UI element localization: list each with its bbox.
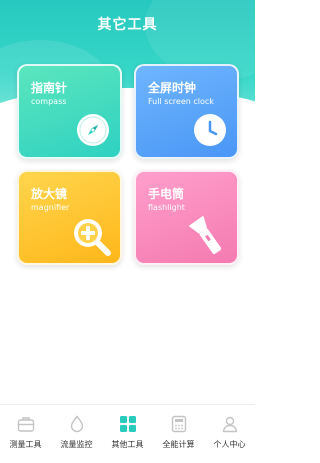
tab-other-tools[interactable]: 其他工具: [102, 405, 153, 463]
tool-card-title: 指南针: [31, 81, 68, 95]
tab-profile[interactable]: 个人中心: [204, 405, 255, 463]
tab-label: 流量监控: [60, 440, 93, 449]
tool-card-title: 全屏时钟: [148, 81, 197, 95]
toolbox-icon: [16, 414, 36, 434]
tab-label: 全能计算: [162, 440, 195, 449]
tool-card-title: 手电筒: [148, 187, 185, 201]
calculator-icon: [169, 414, 189, 434]
page-title: 其它工具: [97, 17, 158, 33]
tool-card-compass[interactable]: 指南针 compass: [17, 64, 122, 159]
clock-icon: [194, 114, 226, 146]
tab-label: 测量工具: [9, 440, 42, 449]
flashlight-icon: [188, 215, 222, 255]
tool-card-subtitle: Full screen clock: [148, 97, 214, 106]
person-icon: [220, 414, 240, 434]
tool-card-flashlight[interactable]: 手电筒 flashlight: [134, 170, 239, 265]
tool-card-magnifier[interactable]: 放大镜 magnifier: [17, 170, 122, 265]
tool-card-title: 放大镜: [31, 187, 68, 201]
grid-icon: [118, 414, 138, 434]
tool-card-subtitle: magnifier: [31, 203, 70, 212]
tool-card-clock[interactable]: 全屏时钟 Full screen clock: [134, 64, 239, 159]
tab-calculator[interactable]: 全能计算: [153, 405, 204, 463]
droplet-icon: [67, 414, 87, 434]
tab-measure-tools[interactable]: 测量工具: [0, 405, 51, 463]
tab-traffic-monitor[interactable]: 流量监控: [51, 405, 102, 463]
tab-label: 其他工具: [111, 440, 144, 449]
tab-label: 个人中心: [213, 440, 246, 449]
compass-icon: [77, 114, 109, 146]
bottom-tab-bar: 测量工具 流量监控 其他工具 全能计算 个人中心: [0, 404, 255, 463]
magnifier-icon: [74, 219, 111, 256]
tool-card-subtitle: compass: [31, 97, 67, 106]
tool-card-subtitle: flashlight: [148, 203, 185, 212]
